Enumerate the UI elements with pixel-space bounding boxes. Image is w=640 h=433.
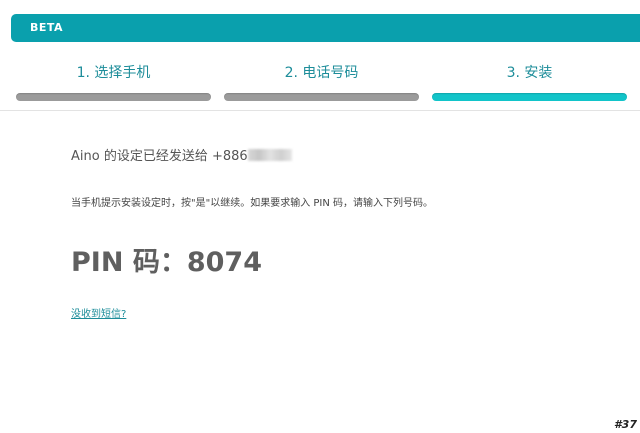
header-bar: BETA bbox=[11, 14, 640, 42]
sent-confirmation: Aino 的设定已经发送给 +886 bbox=[71, 145, 292, 164]
step-3-label: 3. 安装 bbox=[506, 65, 553, 81]
divider bbox=[0, 110, 640, 111]
step-1-label: 1. 选择手机 bbox=[76, 65, 151, 81]
install-instruction: 当手机提示安装设定时，按"是"以继续。如果要求输入 PIN 码，请输入下列号码。 bbox=[71, 198, 434, 209]
no-sms-link[interactable]: 没收到短信? bbox=[71, 305, 126, 320]
pin-label: PIN 码： bbox=[71, 247, 187, 278]
redacted-phone-number bbox=[247, 149, 292, 161]
sent-text: Aino 的设定已经发送给 +886 bbox=[71, 149, 248, 164]
pin-display: PIN 码：8074 bbox=[71, 240, 262, 279]
step-2-progress-bar bbox=[224, 93, 419, 101]
step-2-label: 2. 电话号码 bbox=[284, 65, 359, 81]
step-1-progress-bar bbox=[16, 93, 211, 101]
corner-tag: #37 bbox=[614, 418, 637, 431]
page: BETA 1. 选择手机 2. 电话号码 3. 安装 Aino 的设定已经发送给… bbox=[0, 0, 640, 433]
beta-badge: BETA bbox=[30, 21, 64, 34]
pin-value: 8074 bbox=[186, 247, 262, 278]
step-3-progress-bar bbox=[432, 93, 627, 101]
